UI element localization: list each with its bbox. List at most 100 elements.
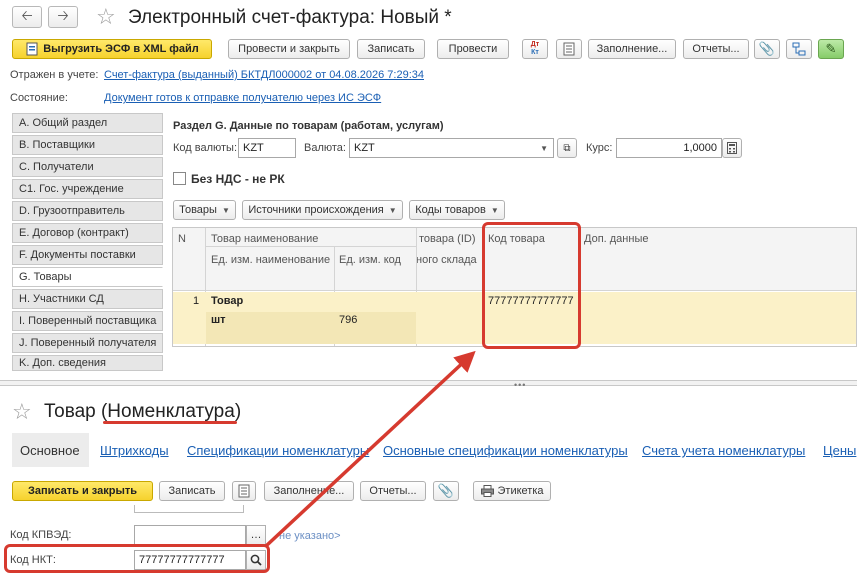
sidebar-item-f[interactable]: F. Документы поставки — [12, 245, 163, 265]
favorite-star-icon[interactable]: ☆ — [96, 6, 116, 28]
currency-code-input[interactable]: KZT — [238, 138, 296, 158]
rate-label: Курс: — [586, 142, 613, 154]
annotation-box-nkt — [4, 544, 270, 573]
post-button[interactable]: Провести — [437, 39, 509, 59]
column-unit-name[interactable]: Ед. изм. наименование — [211, 254, 330, 266]
structure-button[interactable] — [786, 39, 812, 59]
reports-item-button[interactable]: Отчеты... — [360, 481, 426, 501]
row-number: 1 — [193, 295, 200, 307]
dropdown-arrow-icon: ▼ — [221, 205, 230, 215]
open-link-icon: ⧉ — [563, 142, 571, 154]
sidebar-item-c1[interactable]: C1. Гос. учреждение — [12, 179, 163, 199]
tab-prices[interactable]: Цены — [823, 443, 856, 458]
rate-input[interactable]: 1,0000 — [616, 138, 722, 158]
back-button[interactable]: 🡠 — [12, 6, 42, 28]
splitter-grip-icon: ••• — [514, 380, 527, 390]
attach-item-button[interactable]: 📎 — [433, 481, 459, 501]
kpved-label: Код КПВЭД: — [10, 529, 72, 541]
section-title: Раздел G. Данные по товарам (работам, ус… — [173, 120, 444, 132]
attach-button[interactable]: 📎 — [754, 39, 780, 59]
column-extra-data[interactable]: Доп. данные — [584, 233, 648, 245]
reflected-label: Отражен в учете: — [10, 69, 99, 81]
column-warehouse[interactable]: ного склада — [416, 254, 477, 266]
calculator-button[interactable] — [722, 138, 742, 158]
xml-file-icon — [26, 42, 38, 56]
origin-sources-button[interactable]: Источники происхождения ▼ — [242, 200, 403, 220]
save-item-button[interactable]: Записать — [159, 481, 225, 501]
column-goods-id[interactable]: товара (ID) — [419, 233, 476, 245]
dtkt-icon: Дт Кт — [530, 41, 540, 56]
fill-button[interactable]: Заполнение... — [588, 39, 676, 59]
row-unit-name: шт — [211, 314, 226, 326]
no-vat-label: Без НДС - не РК — [191, 172, 285, 186]
fill-item-button[interactable]: Заполнение... — [264, 481, 354, 501]
column-unit-code[interactable]: Ед. изм. код — [339, 254, 401, 266]
paperclip-icon: 📎 — [758, 41, 776, 56]
list-view-button[interactable] — [556, 39, 582, 59]
tab-main[interactable]: Основное — [12, 433, 89, 467]
tab-main-specifications[interactable]: Основные спецификации номенклатуры — [383, 443, 628, 458]
panel-splitter[interactable]: ••• — [0, 380, 857, 390]
kpved-hint: не указано> — [279, 530, 341, 542]
sidebar-item-e[interactable]: E. Договор (контракт) — [12, 223, 163, 243]
row-subcell — [206, 312, 416, 344]
favorite-star-icon[interactable]: ☆ — [12, 401, 32, 423]
dropdown-arrow-icon[interactable]: ▼ — [540, 144, 548, 153]
sidebar-item-k[interactable]: K. Доп. сведения — [12, 355, 163, 371]
tab-accounts[interactable]: Счета учета номенклатуры — [642, 443, 805, 458]
partial-field[interactable] — [134, 505, 244, 513]
dropdown-arrow-icon: ▼ — [388, 205, 397, 215]
tab-barcodes[interactable]: Штрихкоды — [100, 443, 169, 458]
goods-menu-button[interactable]: Товары ▼ — [173, 200, 236, 220]
forward-button[interactable]: 🡢 — [48, 6, 78, 28]
kpved-select-button[interactable]: … — [246, 525, 266, 545]
annotation-underline — [103, 421, 237, 424]
goods-codes-button[interactable]: Коды товаров ▼ — [409, 200, 505, 220]
reports-button[interactable]: Отчеты... — [683, 39, 749, 59]
sidebar-item-g[interactable]: G. Товары — [12, 267, 163, 287]
state-label: Состояние: — [10, 92, 68, 104]
column-goods-name[interactable]: Товар наименование — [211, 233, 318, 245]
printer-icon — [480, 485, 494, 497]
page-title: Электронный счет-фактура: Новый * — [128, 7, 452, 28]
post-and-close-button[interactable]: Провести и закрыть — [228, 39, 350, 59]
sidebar-item-h[interactable]: H. Участники СД — [12, 289, 163, 309]
sidebar-item-i[interactable]: I. Поверенный поставщика — [12, 311, 163, 331]
dropdown-arrow-icon: ▼ — [490, 205, 499, 215]
calculator-icon — [727, 142, 737, 154]
annotation-box-goods-code — [482, 222, 581, 349]
no-vat-checkbox[interactable] — [173, 172, 186, 185]
pencil-icon: ✎ — [825, 41, 837, 56]
sidebar-item-d[interactable]: D. Грузоотправитель — [12, 201, 163, 221]
document-list-icon — [563, 42, 575, 56]
reflected-document-link[interactable]: Счет-фактура (выданный) БКТДЛ000002 от 0… — [104, 69, 424, 81]
document-list-icon — [238, 484, 250, 498]
currency-code-label: Код валюты: — [173, 142, 238, 154]
list-view-button[interactable] — [232, 481, 256, 501]
sidebar-item-j[interactable]: J. Поверенный получателя — [12, 333, 163, 353]
currency-label: Валюта: — [304, 142, 346, 154]
open-currency-button[interactable]: ⧉ — [557, 138, 577, 158]
sidebar-item-b[interactable]: B. Поставщики — [12, 135, 163, 155]
sidebar-item-a[interactable]: A. Общий раздел — [12, 113, 163, 133]
save-and-close-button[interactable]: Записать и закрыть — [12, 481, 153, 501]
hierarchy-icon — [792, 42, 806, 56]
arrow-right-icon: 🡢 — [57, 7, 69, 23]
row-unit-code: 796 — [339, 314, 358, 326]
edit-button[interactable]: ✎ — [818, 39, 844, 59]
save-button[interactable]: Записать — [357, 39, 425, 59]
kpved-input[interactable] — [134, 525, 246, 545]
arrow-left-icon: 🡠 — [21, 7, 33, 23]
dtkt-report-button[interactable]: Дт Кт — [522, 39, 548, 59]
state-link[interactable]: Документ готов к отправке получателю чер… — [104, 92, 381, 104]
print-label-button[interactable]: Этикетка — [473, 481, 551, 501]
column-n[interactable]: N — [178, 233, 186, 245]
grid-divider — [206, 246, 416, 247]
sidebar-item-c[interactable]: C. Получатели — [12, 157, 163, 177]
row-goods-name: Товар — [211, 295, 244, 307]
tab-specifications[interactable]: Спецификации номенклатуры — [187, 443, 369, 458]
item-title: Товар (Номенклатура) — [44, 401, 242, 422]
export-xml-button[interactable]: Выгрузить ЭСФ в XML файл — [12, 39, 212, 59]
currency-select[interactable]: KZT ▼ — [349, 138, 554, 158]
paperclip-icon: 📎 — [437, 483, 455, 498]
